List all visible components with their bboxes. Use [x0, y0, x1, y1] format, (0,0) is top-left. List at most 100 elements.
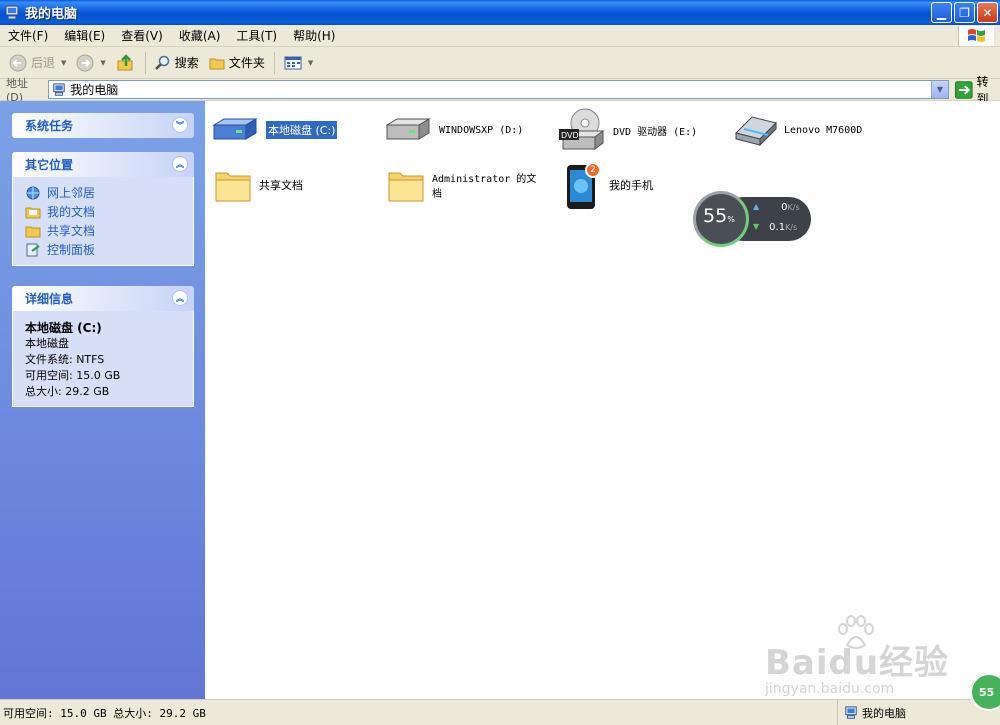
details-title: 详细信息 [25, 292, 74, 306]
download-speed: ▼ 0.1K/s [753, 222, 798, 233]
menu-view[interactable]: 查看(V) [113, 27, 171, 44]
status-location: 我的电脑 [838, 705, 906, 721]
item-c-drive[interactable]: 本地磁盘 (C:) [210, 115, 338, 145]
speed-ball-badge[interactable]: 55 [970, 673, 1000, 711]
back-arrow-icon [9, 54, 27, 71]
search-button[interactable]: 搜索 [150, 50, 204, 76]
collapse-chevron-icon[interactable]: ︽ [172, 156, 188, 172]
baidu-watermark: Baidu经验 jingyan.baidu.com [765, 615, 975, 705]
file-view: 本地磁盘 (C:) WINDOWSXP (D:) DVD DVD 驱动器 (E:… [205, 101, 1000, 699]
item-scanner[interactable]: Lenovo M7600D [732, 113, 862, 147]
download-arrow-icon: ▼ [753, 222, 760, 231]
up-folder-button[interactable] [111, 50, 141, 76]
status-bar: 可用空间: 15.0 GB 总大小: 29.2 GB 我的电脑 [0, 699, 1000, 725]
folder-icon [209, 58, 225, 69]
hard-drive-icon [385, 118, 431, 140]
window-title: 我的电脑 [25, 7, 78, 22]
go-arrow-icon [954, 80, 973, 99]
maximize-button[interactable]: ❐ [954, 2, 975, 23]
search-icon [154, 55, 170, 70]
item-dvd-drive[interactable]: DVD DVD 驱动器 (E:) [557, 107, 697, 153]
views-button[interactable]: ▼ [279, 50, 318, 76]
svg-text:DVD: DVD [561, 131, 579, 140]
upload-speed: ▲ 0K/s [753, 202, 800, 213]
other-places-panel: 其它位置 ︽ 网上邻居 我的文档 共享文档 控制面板 [12, 152, 194, 266]
back-button[interactable]: 后退 ▼ [4, 50, 71, 76]
link-label: 网上邻居 [47, 186, 96, 200]
system-tasks-header[interactable]: 系统任务 ︾ [12, 113, 194, 138]
link-control-panel[interactable]: 控制面板 [25, 240, 183, 259]
forward-arrow-icon [76, 54, 94, 71]
link-label: 共享文档 [47, 224, 96, 238]
item-label: 共享文档 [259, 179, 303, 192]
views-dropdown-icon[interactable]: ▼ [308, 59, 313, 67]
item-admin-documents[interactable]: Administrator 的文档 [386, 165, 542, 205]
forward-button[interactable]: ▼ [71, 50, 110, 76]
item-d-drive[interactable]: WINDOWSXP (D:) [383, 115, 523, 145]
item-label: 本地磁盘 (C:) [266, 121, 338, 139]
expand-chevron-icon[interactable]: ︾ [172, 117, 188, 133]
back-label: 后退 [31, 56, 56, 70]
upload-arrow-icon: ▲ [753, 202, 760, 211]
menu-file[interactable]: 文件(F) [0, 27, 56, 44]
detail-filesystem: 文件系统: NTFS [25, 353, 105, 366]
status-location-label: 我的电脑 [862, 706, 906, 720]
other-places-header[interactable]: 其它位置 ︽ [12, 152, 194, 177]
my-documents-icon [25, 207, 41, 218]
address-dropdown-icon[interactable]: ▼ [930, 81, 948, 98]
system-tasks-panel: 系统任务 ︾ [12, 113, 194, 138]
item-label: Administrator 的文档 [432, 174, 537, 200]
network-speed-widget[interactable]: 55% ▲ 0K/s ▼ 0.1K/s [693, 191, 811, 247]
task-pane: 系统任务 ︾ 其它位置 ︽ 网上邻居 我的文档 共享文档 控制面板 详细信息 ︽… [0, 101, 205, 699]
link-label: 我的文档 [47, 205, 96, 219]
back-dropdown-icon[interactable]: ▼ [61, 59, 66, 67]
system-tasks-title: 系统任务 [25, 119, 74, 133]
shared-documents-icon [25, 226, 41, 237]
memory-percent: 55% [703, 205, 735, 227]
address-bar: 地址(D) 我的电脑 ▼ 转到 [0, 75, 1000, 106]
item-shared-documents[interactable]: 共享文档 [213, 165, 303, 205]
network-places-icon [26, 186, 40, 199]
computer-icon [845, 705, 857, 719]
toolbar: 后退 ▼ ▼ 搜索 文件夹 ▼ [0, 47, 1000, 79]
item-my-phone[interactable]: 2 我的手机 [563, 159, 653, 211]
computer-icon [53, 82, 65, 96]
minimize-button[interactable]: ▁ [931, 2, 952, 23]
menu-tools[interactable]: 工具(T) [228, 27, 285, 44]
scanner-icon [735, 116, 777, 147]
close-button[interactable]: ✕ [977, 2, 998, 23]
watermark-brand: Baidu经验 [765, 643, 950, 683]
folders-button[interactable]: 文件夹 [204, 50, 270, 76]
status-text: 可用空间: 15.0 GB 总大小: 29.2 GB [0, 700, 838, 725]
details-header[interactable]: 详细信息 ︽ [12, 286, 194, 311]
toolbar-separator [144, 51, 146, 74]
address-label: 地址(D) [6, 77, 28, 104]
detail-free-space: 可用空间: 15.0 GB [25, 369, 121, 382]
item-label: WINDOWSXP (D:) [439, 124, 524, 136]
address-value: 我的电脑 [70, 83, 119, 97]
folder-icon [388, 172, 424, 202]
menu-help[interactable]: 帮助(H) [285, 27, 343, 44]
computer-icon [5, 5, 19, 19]
menu-bar: 文件(F) 编辑(E) 查看(V) 收藏(A) 工具(T) 帮助(H) [0, 25, 1000, 47]
folder-icon [215, 172, 251, 202]
menu-favorites[interactable]: 收藏(A) [171, 27, 229, 44]
link-shared-documents[interactable]: 共享文档 [25, 221, 183, 240]
views-icon [284, 56, 302, 69]
title-bar: 我的电脑 ▁ ❐ ✕ [0, 0, 1000, 25]
link-network-places[interactable]: 网上邻居 [25, 183, 183, 202]
collapse-chevron-icon[interactable]: ︽ [172, 290, 188, 306]
search-label: 搜索 [174, 56, 199, 70]
hard-drive-icon [212, 118, 258, 140]
up-folder-icon [117, 53, 133, 70]
detail-total-size: 总大小: 29.2 GB [25, 385, 110, 398]
dvd-drive-icon: DVD [559, 108, 605, 150]
details-panel: 详细信息 ︽ 本地磁盘 (C:) 本地磁盘 文件系统: NTFS 可用空间: 1… [12, 286, 194, 407]
watermark-url: jingyan.baidu.com [765, 681, 895, 697]
control-panel-icon [26, 243, 40, 256]
address-input[interactable]: 我的电脑 ▼ [48, 80, 949, 99]
menu-edit[interactable]: 编辑(E) [56, 27, 113, 44]
item-label: DVD 驱动器 (E:) [613, 126, 698, 138]
link-my-documents[interactable]: 我的文档 [25, 202, 183, 221]
forward-dropdown-icon[interactable]: ▼ [100, 59, 105, 67]
